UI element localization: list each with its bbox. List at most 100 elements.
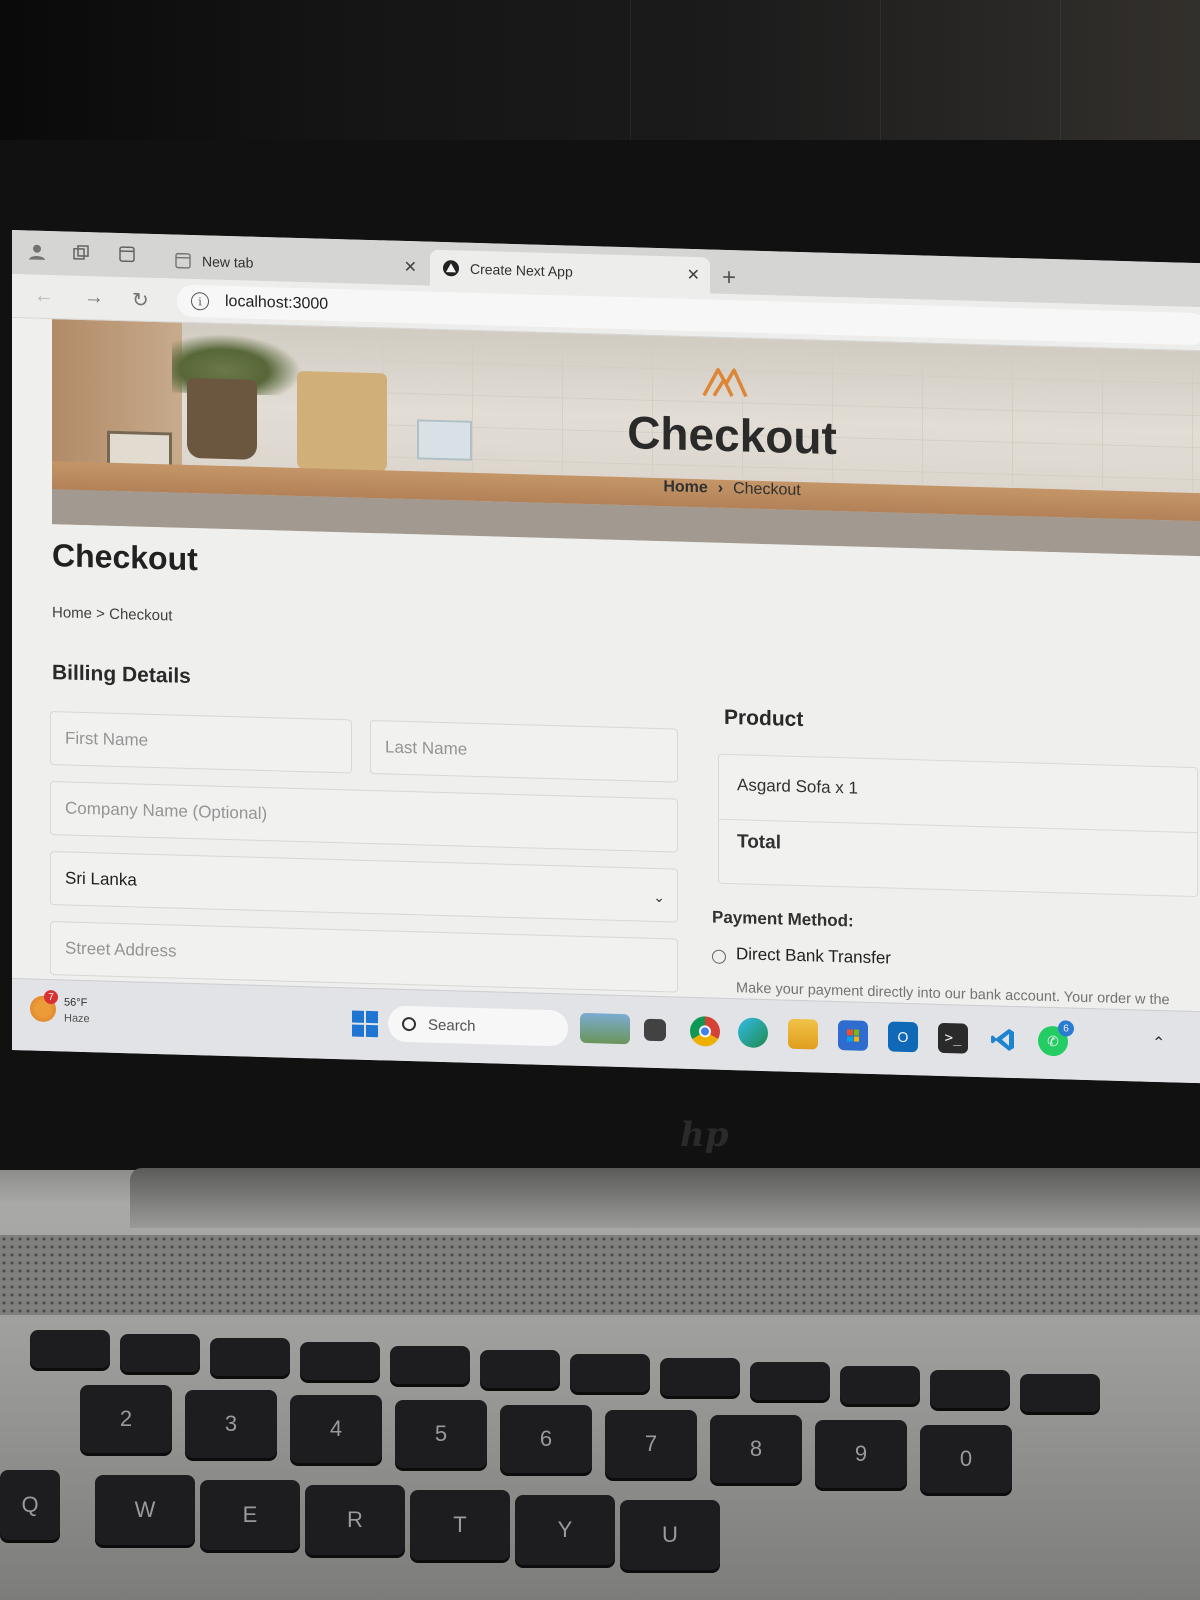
key-f2[interactable]	[120, 1334, 200, 1372]
key-9[interactable]: 9	[815, 1420, 907, 1488]
key-f3[interactable]	[210, 1338, 290, 1376]
vertical-tabs-icon[interactable]	[116, 243, 138, 266]
wall-panel	[630, 0, 631, 150]
key-r[interactable]: R	[305, 1485, 405, 1555]
key-q[interactable]: Q	[0, 1470, 60, 1540]
key-f1[interactable]	[30, 1330, 110, 1368]
windows-start-icon[interactable]	[352, 1010, 378, 1038]
chevron-right-icon: ›	[717, 479, 724, 497]
key-5[interactable]: 5	[395, 1400, 487, 1468]
vscode-icon[interactable]	[988, 1024, 1018, 1055]
pot-image	[187, 377, 257, 460]
order-item: Asgard Sofa x 1	[737, 775, 858, 798]
page-title: Checkout	[52, 537, 198, 578]
notification-badge: 7	[44, 989, 58, 1005]
payment-method-title: Payment Method:	[712, 907, 854, 931]
refresh-icon[interactable]: ↻	[132, 287, 149, 312]
company-name-placeholder: Company Name (Optional)	[65, 798, 268, 824]
key-e[interactable]: E	[200, 1480, 300, 1550]
street-address-placeholder: Street Address	[65, 938, 177, 961]
tab-label: Create Next App	[470, 260, 573, 280]
microsoft-store-icon[interactable]	[838, 1020, 868, 1051]
checkout-page: Checkout Home › Checkout Checkout Home > C…	[12, 318, 1200, 1022]
workspaces-icon[interactable]	[70, 242, 92, 265]
key-f6[interactable]	[480, 1350, 560, 1388]
weather-widget[interactable]: 7 56°F Haze	[30, 989, 120, 1033]
key-8[interactable]: 8	[710, 1415, 802, 1483]
taskbar-search[interactable]: Search	[388, 1005, 568, 1047]
last-name-placeholder: Last Name	[385, 737, 468, 759]
chrome-icon[interactable]	[690, 1015, 720, 1047]
bank-transfer-radio[interactable]	[712, 949, 726, 964]
address-text: localhost:3000	[225, 292, 329, 313]
widgets-icon[interactable]	[580, 1012, 630, 1045]
breadcrumb-home-link[interactable]: Home	[663, 478, 707, 496]
whatsapp-icon[interactable]: ✆ 6	[1038, 1020, 1074, 1057]
chevron-down-icon: ⌄	[653, 888, 665, 906]
key-f11[interactable]	[930, 1370, 1010, 1408]
key-f5[interactable]	[390, 1346, 470, 1384]
product-title: Product	[724, 705, 804, 732]
country-value: Sri Lanka	[65, 868, 137, 890]
back-icon[interactable]: ←	[34, 285, 54, 309]
key-f4[interactable]	[300, 1342, 380, 1380]
key-4[interactable]: 4	[290, 1395, 382, 1463]
key-w[interactable]: W	[95, 1475, 195, 1545]
key-f7[interactable]	[570, 1354, 650, 1392]
temperature: 56°F	[64, 996, 88, 1010]
hero-banner: Checkout Home › Checkout	[52, 319, 1200, 557]
wall-panel	[880, 0, 881, 150]
key-f12[interactable]	[1020, 1374, 1100, 1412]
bank-transfer-label[interactable]: Direct Bank Transfer	[736, 944, 891, 968]
breadcrumb-current: Checkout	[733, 480, 801, 500]
tab-label: New tab	[202, 253, 254, 271]
whatsapp-badge: 6	[1058, 1020, 1074, 1037]
key-7[interactable]: 7	[605, 1410, 697, 1478]
key-u[interactable]: U	[620, 1500, 720, 1570]
key-y[interactable]: Y	[515, 1495, 615, 1565]
first-name-placeholder: First Name	[65, 728, 149, 750]
forward-icon[interactable]: →	[84, 286, 104, 310]
order-total-label: Total	[737, 831, 781, 854]
file-explorer-icon[interactable]	[788, 1018, 818, 1050]
site-info-icon[interactable]: i	[191, 291, 209, 311]
laptop-hinge	[130, 1168, 1200, 1228]
key-3[interactable]: 3	[185, 1390, 277, 1458]
hero-title: Checkout	[627, 406, 837, 465]
breadcrumb: Home > Checkout	[52, 604, 173, 625]
key-2[interactable]: 2	[80, 1385, 172, 1453]
first-name-input[interactable]: First Name	[50, 711, 352, 774]
pot-image	[297, 370, 387, 474]
outlook-icon[interactable]: O	[888, 1021, 918, 1053]
edge-icon[interactable]	[738, 1017, 768, 1049]
new-tab-button[interactable]: +	[722, 264, 736, 292]
wall-panel	[1060, 0, 1061, 150]
key-f9[interactable]	[750, 1362, 830, 1400]
key-t[interactable]: T	[410, 1490, 510, 1560]
order-summary: Asgard Sofa x 1 Total	[718, 753, 1198, 898]
task-view-icon[interactable]	[644, 1018, 666, 1042]
key-6[interactable]: 6	[500, 1405, 592, 1473]
key-f8[interactable]	[660, 1358, 740, 1396]
chevron-up-icon[interactable]: ⌃	[1152, 1033, 1165, 1053]
profile-icon[interactable]	[26, 240, 48, 263]
hp-logo: hp	[680, 1115, 729, 1155]
last-name-input[interactable]: Last Name	[370, 719, 678, 783]
key-f10[interactable]	[840, 1366, 920, 1404]
laptop-screen: New tab ✕ Create Next App ✕ + ← → ↻ i lo…	[12, 230, 1200, 1084]
keyboard: 2 3 4 5 6 7 8 9 0 Q W E R T Y U	[0, 1330, 1200, 1600]
divider	[719, 818, 1197, 834]
new-tab-icon	[174, 252, 192, 271]
billing-details-title: Billing Details	[52, 661, 191, 688]
search-label: Search	[428, 1016, 476, 1035]
key-0[interactable]: 0	[920, 1425, 1012, 1493]
close-icon[interactable]: ✕	[687, 265, 700, 285]
country-select[interactable]: Sri Lanka ⌄	[50, 851, 678, 923]
terminal-icon[interactable]: >_	[938, 1022, 968, 1054]
nextjs-icon	[442, 259, 460, 278]
weather-condition: Haze	[64, 1012, 90, 1026]
search-icon	[402, 1016, 416, 1032]
company-name-input[interactable]: Company Name (Optional)	[50, 781, 678, 853]
close-icon[interactable]: ✕	[404, 257, 417, 277]
brand-logo-icon	[702, 367, 748, 398]
